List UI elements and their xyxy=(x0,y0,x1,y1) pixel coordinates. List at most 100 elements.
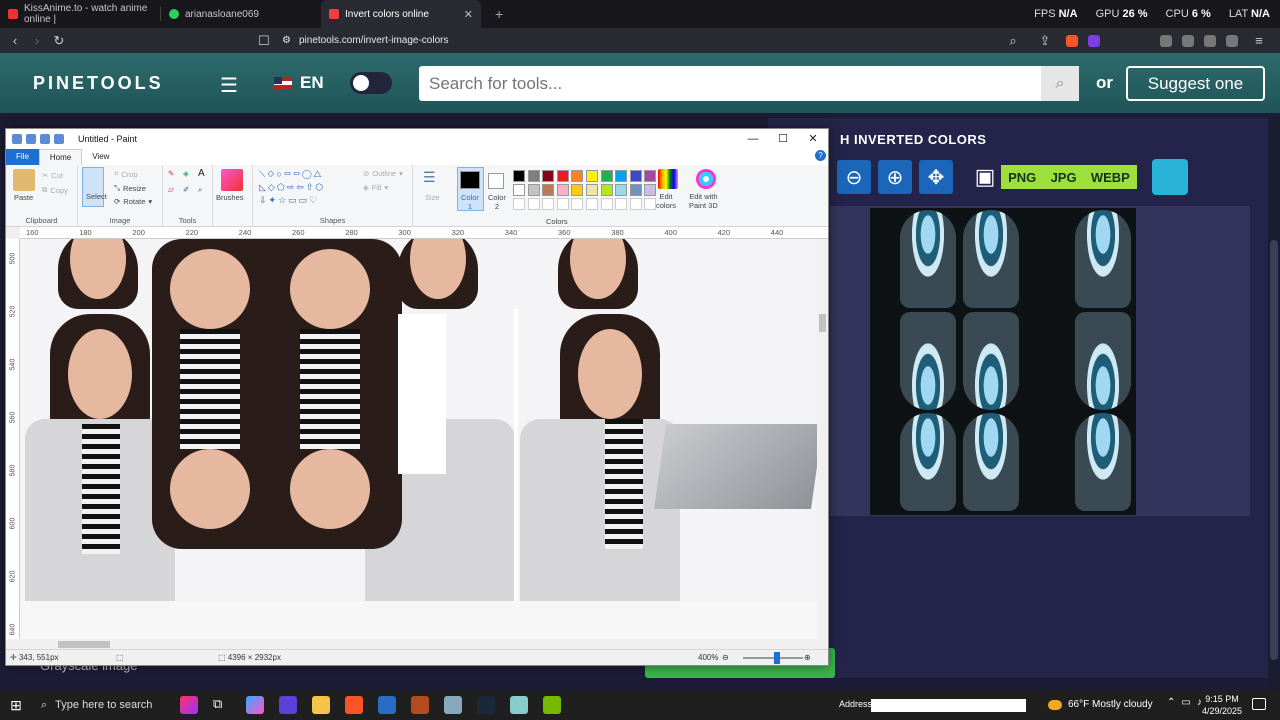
paint-canvas-area[interactable] xyxy=(20,239,817,639)
windows-start-icon[interactable]: ⊞ xyxy=(0,697,32,714)
brave-rewards-icon[interactable] xyxy=(1088,34,1100,47)
palette-custom-swatch[interactable] xyxy=(644,198,657,210)
palette-custom-swatch[interactable] xyxy=(615,198,628,210)
palette-color-swatch[interactable] xyxy=(556,184,569,196)
task-view-icon[interactable]: ⧉ xyxy=(213,696,231,714)
outline-button[interactable]: ⊘ Outline ▾ xyxy=(363,169,403,178)
zoom-icon[interactable]: ⌕ xyxy=(1002,33,1024,49)
save-icon[interactable] xyxy=(26,134,36,144)
back-icon[interactable]: ‹ xyxy=(4,33,26,48)
taskbar-clock[interactable]: 9:15 PM 4/29/2025 xyxy=(1202,693,1242,717)
palette-color-swatch[interactable] xyxy=(586,170,598,182)
minimize-icon[interactable]: — xyxy=(738,129,768,149)
palette-custom-swatch[interactable] xyxy=(600,198,613,210)
rotate-button[interactable]: ⟳ Rotate ▾ xyxy=(114,197,152,206)
brave-shield-icon[interactable] xyxy=(1066,34,1078,47)
network-icon[interactable]: ▭ xyxy=(1181,697,1190,708)
edit-colors-button[interactable]: Edit colors xyxy=(656,192,676,210)
zoom-slider[interactable] xyxy=(743,657,803,659)
page-scroll-thumb[interactable] xyxy=(1270,240,1278,660)
edit-colors-icon[interactable] xyxy=(658,169,678,189)
taskbar-app5-icon[interactable] xyxy=(444,696,462,714)
palette-color-swatch[interactable] xyxy=(527,184,540,196)
copilot-icon[interactable] xyxy=(246,696,264,714)
brave-browser-icon[interactable] xyxy=(345,696,363,714)
palette-color-swatch[interactable] xyxy=(600,184,613,196)
pencil-icon[interactable]: ✎ xyxy=(168,169,174,178)
language-selector[interactable]: EN xyxy=(274,73,324,93)
steam-icon[interactable] xyxy=(477,696,495,714)
paint3d-icon[interactable] xyxy=(696,169,716,189)
palette-custom-swatch[interactable] xyxy=(586,198,598,210)
tab-home[interactable]: Home xyxy=(38,149,83,165)
palette-custom-swatch[interactable] xyxy=(556,198,569,210)
zoom-slider-thumb[interactable] xyxy=(774,652,780,664)
zoom-out-icon[interactable]: ⊖ xyxy=(837,160,871,194)
taskbar-app3-icon[interactable] xyxy=(378,696,396,714)
move-icon[interactable]: ✥ xyxy=(919,160,953,194)
taskbar-app-icon[interactable] xyxy=(180,696,198,714)
paint-app-icon[interactable] xyxy=(12,134,22,144)
forward-icon[interactable]: › xyxy=(26,33,48,48)
palette-color-swatch[interactable] xyxy=(629,170,642,182)
palette-color-swatch[interactable] xyxy=(615,170,628,182)
bookmark-icon[interactable]: ☐ xyxy=(253,33,275,49)
paste-icon[interactable] xyxy=(13,169,35,191)
cut-button[interactable]: ✂ Cut xyxy=(42,171,63,180)
palette-color-swatch[interactable] xyxy=(556,170,569,182)
vpn-icon[interactable] xyxy=(1226,34,1238,47)
taskbar-app4-icon[interactable] xyxy=(411,696,429,714)
tool-search-input[interactable] xyxy=(419,66,1041,101)
shapes-gallery-row2[interactable]: ◺◇⬠⇨⇦⇧⬡ xyxy=(259,182,325,193)
palette-custom-swatch[interactable] xyxy=(513,198,525,210)
copy-button[interactable]: ⧉ Copy xyxy=(42,185,68,195)
palette-custom-swatch[interactable] xyxy=(527,198,540,210)
tray-chevron-icon[interactable]: ⌃ xyxy=(1167,697,1175,708)
magnifier-icon[interactable]: ⌕ xyxy=(198,185,202,195)
taskbar-app2-icon[interactable] xyxy=(279,696,297,714)
canvas-vertical-scrollbar[interactable] xyxy=(817,239,828,639)
canvas-horizontal-scrollbar[interactable] xyxy=(20,639,817,649)
zoom-in-icon[interactable]: ⊕ xyxy=(878,160,912,194)
suggest-button[interactable]: Suggest one xyxy=(1126,66,1265,101)
webp-button[interactable]: WEBP xyxy=(1091,170,1130,185)
palette-color-swatch[interactable] xyxy=(542,184,555,196)
weather-widget[interactable]: 66°F Mostly cloudy xyxy=(1048,699,1153,710)
resize-button[interactable]: ⤡ Resize xyxy=(114,183,146,193)
fill-button[interactable]: ◈ Fill ▾ xyxy=(363,183,388,192)
eraser-icon[interactable]: ▱ xyxy=(168,185,174,194)
help-icon[interactable]: ? xyxy=(815,150,826,161)
taskbar-search[interactable]: ⌕ Type here to search xyxy=(33,690,193,720)
reload-icon[interactable]: ↻ xyxy=(48,33,70,49)
undo-icon[interactable] xyxy=(40,134,50,144)
palette-color-swatch[interactable] xyxy=(513,184,525,196)
wallet-icon[interactable] xyxy=(1204,34,1216,47)
save-disk-icon[interactable]: ▣ xyxy=(968,160,1002,194)
canvas-vertical-thumb[interactable] xyxy=(819,314,826,332)
crop-button[interactable]: ⌗ Crop xyxy=(114,169,138,179)
nvidia-icon[interactable] xyxy=(543,696,561,714)
new-tab-icon[interactable]: + xyxy=(495,6,503,22)
size-icon[interactable]: ☰ xyxy=(423,169,436,186)
palette-color-swatch[interactable] xyxy=(527,170,540,182)
tab-view[interactable]: View xyxy=(82,149,119,165)
fill-icon[interactable]: ◈ xyxy=(183,169,189,178)
palette-color-swatch[interactable] xyxy=(571,184,584,196)
color-picker-icon[interactable]: ✐ xyxy=(183,185,189,194)
palette-color-swatch[interactable] xyxy=(644,184,657,196)
tab-arianasloane[interactable]: arianasloane069 xyxy=(161,0,321,28)
palette-color-swatch[interactable] xyxy=(542,170,555,182)
hamburger-menu-icon[interactable]: ☰ xyxy=(220,73,238,98)
palette-color-swatch[interactable] xyxy=(586,184,598,196)
canvas-horizontal-thumb[interactable] xyxy=(58,641,110,648)
palette-custom-swatch[interactable] xyxy=(542,198,555,210)
palette-custom-swatch[interactable] xyxy=(629,198,642,210)
jpg-button[interactable]: JPG xyxy=(1051,170,1077,185)
brush-icon[interactable] xyxy=(221,169,243,191)
color2-swatch[interactable] xyxy=(488,173,504,189)
paint-taskbar-icon[interactable] xyxy=(510,696,528,714)
shapes-gallery-row3[interactable]: ⇩✦☆▭▭♡ xyxy=(259,195,319,206)
zoom-in-button[interactable]: ⊕ xyxy=(804,653,811,662)
palette-color-swatch[interactable] xyxy=(615,184,628,196)
palette-custom-swatch[interactable] xyxy=(571,198,584,210)
